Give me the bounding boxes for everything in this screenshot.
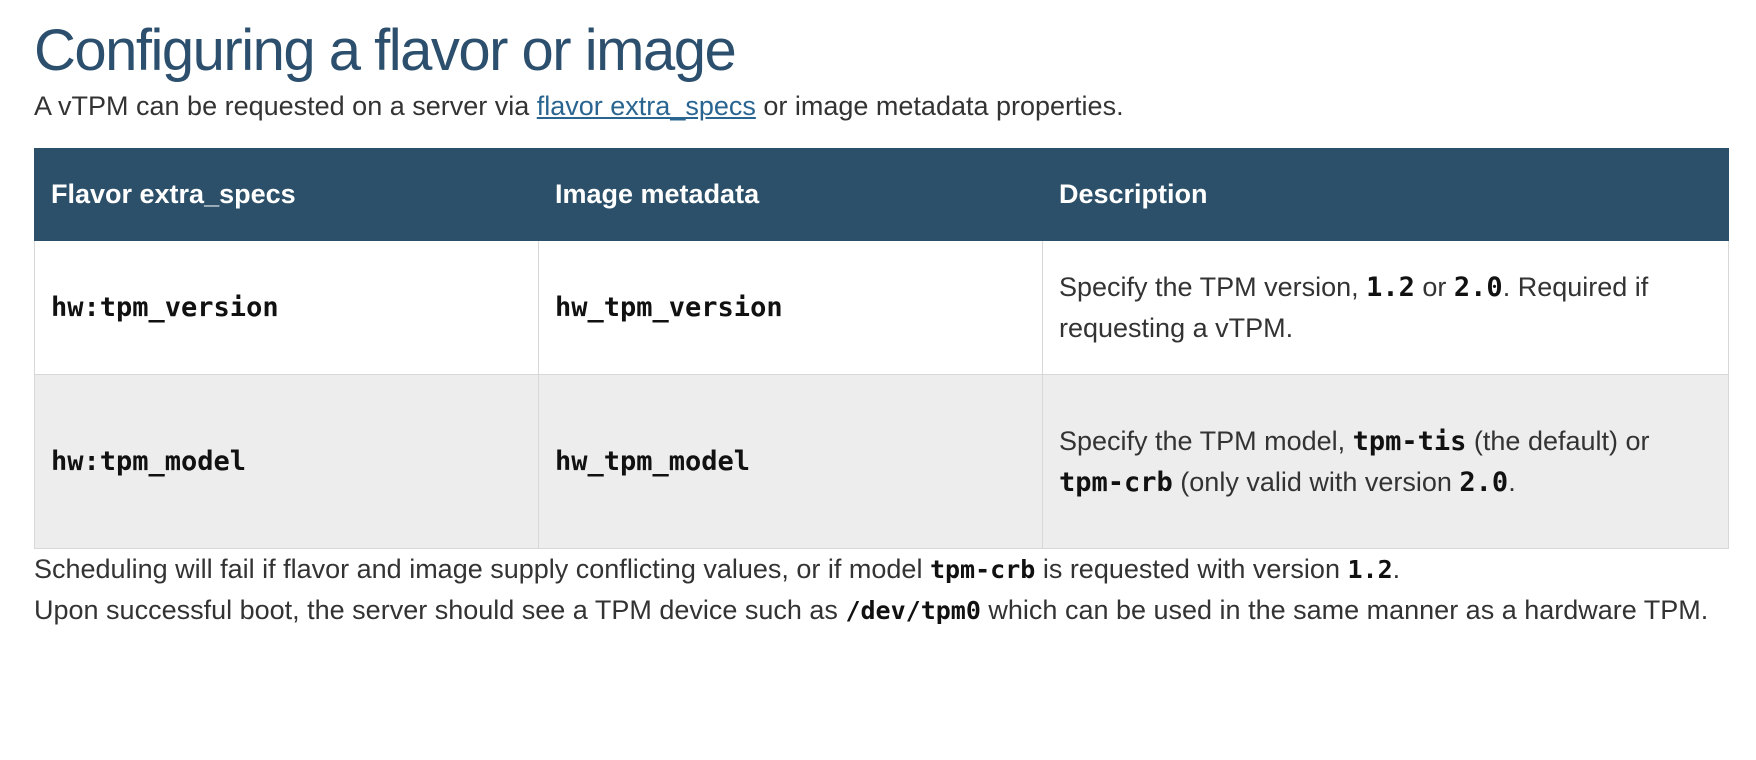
- page-title: Configuring a flavor or image: [34, 18, 737, 83]
- intro-paragraph: A vTPM can be requested on a server via …: [34, 86, 1756, 126]
- cell-image-metadata: hw_tpm_version: [538, 240, 1043, 375]
- image-metadata-code: hw_tpm_version: [555, 292, 783, 323]
- intro-text-after: or image metadata properties.: [755, 91, 1124, 121]
- boot-paragraph: Upon successful boot, the server should …: [34, 590, 1756, 631]
- desc-code: tpm-tis: [1352, 425, 1467, 457]
- flavor-spec-code: hw:tpm_version: [51, 292, 279, 323]
- para-text: Scheduling will fail if flavor and image…: [34, 554, 930, 584]
- desc-text: (the default) or: [1466, 425, 1650, 456]
- desc-text: or: [1414, 272, 1454, 302]
- cell-description: Specify the TPM version, 1.2 or 2.0. Req…: [1042, 240, 1729, 375]
- table-row: hw:tpm_model hw_tpm_model Specify the TP…: [34, 374, 1729, 549]
- cell-flavor-spec: hw:tpm_model: [34, 374, 539, 549]
- flavor-extra-specs-link[interactable]: flavor extra_specs: [537, 91, 756, 121]
- cell-flavor-spec: hw:tpm_version: [34, 240, 539, 375]
- para-text: is requested with version: [1035, 554, 1348, 584]
- desc-text: Specify the TPM model,: [1059, 425, 1353, 456]
- table-row: hw:tpm_version hw_tpm_version Specify th…: [34, 240, 1729, 375]
- header-description: Description: [1042, 148, 1729, 241]
- desc-code: 2.0: [1459, 466, 1509, 498]
- desc-code: 1.2: [1366, 272, 1415, 303]
- inline-code: tpm-crb: [929, 555, 1036, 584]
- desc-text: Specify the TPM version,: [1059, 272, 1367, 302]
- desc-code: 2.0: [1453, 272, 1503, 303]
- header-flavor-extra-specs: Flavor extra_specs: [34, 148, 539, 241]
- header-image-metadata: Image metadata: [538, 148, 1043, 241]
- cell-description: Specify the TPM model, tpm-tis (the defa…: [1042, 374, 1729, 549]
- para-text: which can be used in the same manner as …: [980, 595, 1709, 625]
- table-header-row: Flavor extra_specs Image metadata Descri…: [34, 148, 1729, 241]
- flavor-spec-code: hw:tpm_model: [51, 446, 247, 477]
- desc-text: .: [1508, 466, 1516, 497]
- desc-text: (only valid with version: [1172, 466, 1460, 497]
- scheduling-paragraph: Scheduling will fail if flavor and image…: [34, 549, 1756, 590]
- para-text: Upon successful boot, the server should …: [34, 595, 846, 625]
- intro-text-before: A vTPM can be requested on a server via: [34, 91, 537, 121]
- inline-code: 1.2: [1347, 555, 1393, 584]
- vtpm-config-table: Flavor extra_specs Image metadata Descri…: [34, 148, 1729, 549]
- inline-code: /dev/tpm0: [845, 596, 981, 625]
- cell-image-metadata: hw_tpm_model: [538, 374, 1043, 549]
- desc-code: tpm-crb: [1059, 466, 1173, 498]
- para-text: .: [1392, 554, 1401, 584]
- document-page: Configuring a flavor or image A vTPM can…: [0, 0, 1756, 760]
- image-metadata-code: hw_tpm_model: [555, 446, 751, 477]
